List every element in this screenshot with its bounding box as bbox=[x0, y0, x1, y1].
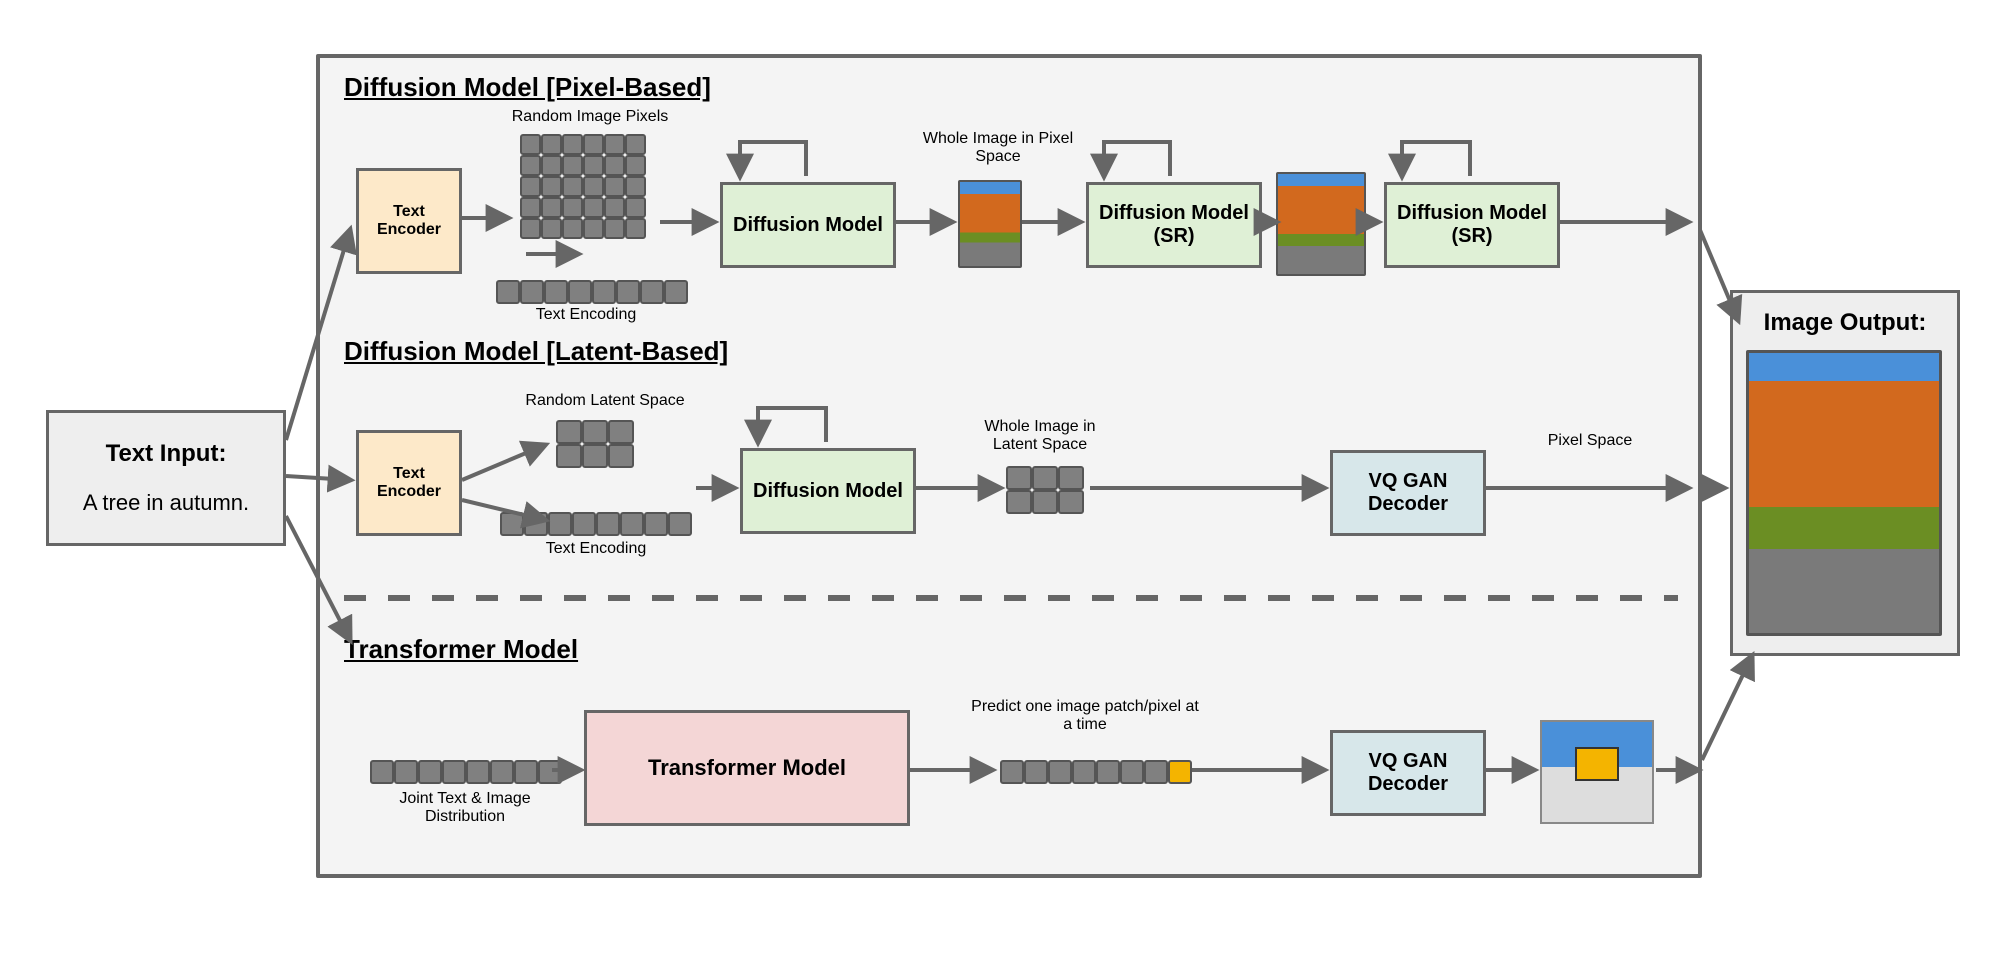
label-predict: Predict one image patch/pixel at a time bbox=[970, 698, 1200, 734]
text-encoder-1: Text Encoder bbox=[356, 168, 462, 274]
tree-image-medium bbox=[1276, 172, 1366, 276]
tree-image-small bbox=[958, 180, 1022, 268]
image-output-title: Image Output: bbox=[1758, 303, 1933, 343]
diffusion-model-2: Diffusion Model bbox=[740, 448, 916, 534]
latent-grid-out bbox=[1006, 466, 1084, 514]
predicted-chips bbox=[1000, 760, 1192, 784]
label-joint-dist: Joint Text & Image Distribution bbox=[370, 790, 560, 826]
text-input-value: A tree in autumn. bbox=[77, 484, 255, 522]
label-pixel-space: Pixel Space bbox=[1520, 432, 1660, 450]
partial-image bbox=[1540, 720, 1654, 824]
text-input-box: Text Input: A tree in autumn. bbox=[46, 410, 286, 546]
text-encoding-chips-2 bbox=[500, 512, 692, 536]
text-encoding-chips-1 bbox=[496, 280, 688, 304]
text-encoder-2: Text Encoder bbox=[356, 430, 462, 536]
section-title-transformer: Transformer Model bbox=[344, 634, 578, 665]
label-random-pixels: Random Image Pixels bbox=[490, 108, 690, 126]
diagram-canvas: Text Input: A tree in autumn. Diffusion … bbox=[0, 0, 2002, 958]
vqgan-decoder-1: VQ GAN Decoder bbox=[1330, 450, 1486, 536]
vqgan-decoder-2: VQ GAN Decoder bbox=[1330, 730, 1486, 816]
diffusion-model-1: Diffusion Model bbox=[720, 182, 896, 268]
diffusion-model-sr-2: Diffusion Model (SR) bbox=[1384, 182, 1560, 268]
label-whole-pixel: Whole Image in Pixel Space bbox=[918, 130, 1078, 166]
label-random-latent: Random Latent Space bbox=[500, 392, 710, 410]
label-whole-latent: Whole Image in Latent Space bbox=[960, 418, 1120, 454]
label-text-encoding-2: Text Encoding bbox=[526, 540, 666, 558]
section-title-latent: Diffusion Model [Latent-Based] bbox=[344, 336, 728, 367]
text-input-title: Text Input: bbox=[100, 434, 233, 474]
tree-image-large bbox=[1746, 350, 1942, 636]
section-title-pixel: Diffusion Model [Pixel-Based] bbox=[344, 72, 711, 103]
joint-dist-chips bbox=[370, 760, 562, 784]
latent-grid-in bbox=[556, 420, 634, 468]
label-text-encoding-1: Text Encoding bbox=[516, 306, 656, 324]
random-pixel-grid bbox=[520, 134, 646, 239]
transformer-model: Transformer Model bbox=[584, 710, 910, 826]
arr-transformer-to-output bbox=[1702, 656, 1752, 760]
diffusion-model-sr-1: Diffusion Model (SR) bbox=[1086, 182, 1262, 268]
